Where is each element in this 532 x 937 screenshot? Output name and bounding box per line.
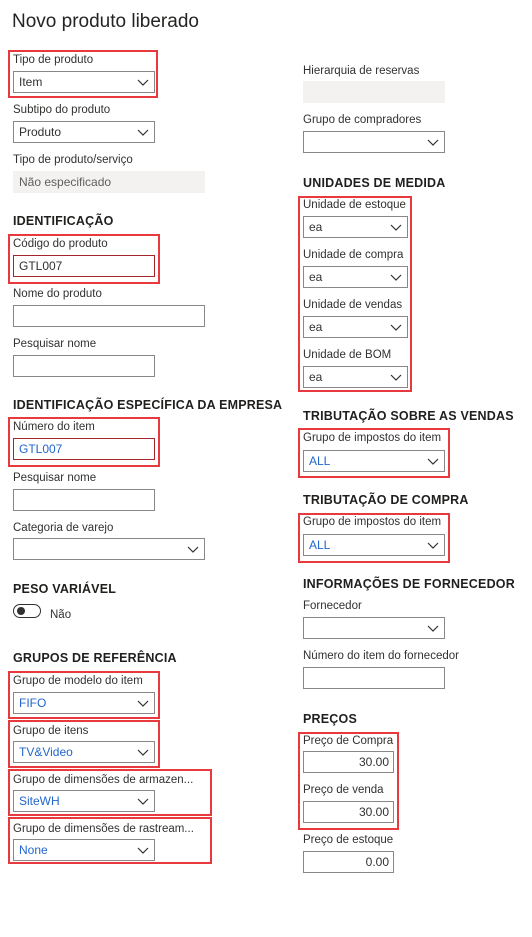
grupo-modelo-value: FIFO <box>19 696 47 710</box>
page-title: Novo produto liberado <box>12 11 199 32</box>
unidade-bom-value: ea <box>309 370 323 384</box>
pesquisar-nome-2-label: Pesquisar nome <box>13 472 97 484</box>
fornecedor-label: Fornecedor <box>303 600 362 612</box>
unidades-header: UNIDADES DE MEDIDA <box>303 176 446 190</box>
chevron-down-icon <box>390 274 402 281</box>
toggle-knob <box>17 607 25 615</box>
precos-header: PREÇOS <box>303 712 357 726</box>
nome-label: Nome do produto <box>13 288 102 300</box>
chevron-down-icon <box>390 324 402 331</box>
categoria-varejo-label: Categoria de varejo <box>13 522 114 534</box>
preco-compra-label: Preço de Compra <box>303 735 394 747</box>
unidade-vendas-select[interactable]: ea <box>303 316 408 338</box>
preco-estoque-label: Preço de estoque <box>303 834 394 846</box>
empresa-header: IDENTIFICAÇÃO ESPECÍFICA DA EMPRESA <box>13 398 283 412</box>
preco-venda-value: 30.00 <box>358 805 389 819</box>
grupo-itens-select[interactable]: TV&Video <box>13 741 155 763</box>
compradores-label: Grupo de compradores <box>303 114 422 126</box>
grupo-itens-value: TV&Video <box>19 745 73 759</box>
preco-compra-input[interactable]: 30.00 <box>303 751 394 773</box>
tipo-produto-select[interactable]: Item <box>13 71 155 93</box>
unidade-vendas-value: ea <box>309 320 323 334</box>
chevron-down-icon <box>137 700 149 707</box>
grupo-modelo-select[interactable]: FIFO <box>13 692 155 714</box>
fornecedor-header: INFORMAÇÕES DE FORNECEDOR <box>303 577 515 591</box>
subtipo-label: Subtipo do produto <box>13 104 111 116</box>
unidade-estoque-label: Unidade de estoque <box>303 199 406 211</box>
preco-estoque-input[interactable]: 0.00 <box>303 851 394 873</box>
trib-compra-select[interactable]: ALL <box>303 534 445 556</box>
numero-item-fornecedor-label: Número do item do fornecedor <box>303 650 459 662</box>
trib-compra-header: TRIBUTAÇÃO DE COMPRA <box>303 493 469 507</box>
pesquisar-nome-2-input[interactable] <box>13 489 155 511</box>
chevron-down-icon <box>137 129 149 136</box>
unidade-vendas-label: Unidade de vendas <box>303 299 403 311</box>
identificacao-header: IDENTIFICAÇÃO <box>13 214 114 228</box>
chevron-down-icon <box>427 139 439 146</box>
chevron-down-icon <box>390 374 402 381</box>
codigo-value: GTL007 <box>19 259 63 273</box>
grupo-rastreamento-value: None <box>19 843 48 857</box>
numero-item-label: Número do item <box>13 421 95 433</box>
trib-vendas-select[interactable]: ALL <box>303 450 445 472</box>
unidade-bom-select[interactable]: ea <box>303 366 408 388</box>
chevron-down-icon <box>137 79 149 86</box>
grupo-rastreamento-label: Grupo de dimensões de rastream... <box>13 823 194 835</box>
grupo-armazenamento-value: SiteWH <box>19 794 60 808</box>
trib-compra-value: ALL <box>309 538 331 552</box>
tipo-produto-value: Item <box>19 75 43 89</box>
trib-vendas-label: Grupo de impostos do item <box>303 432 442 444</box>
compradores-select[interactable] <box>303 131 445 153</box>
categoria-varejo-select[interactable] <box>13 538 205 560</box>
grupos-referencia-header: GRUPOS DE REFERÊNCIA <box>13 651 177 665</box>
peso-variavel-toggle[interactable] <box>13 604 41 618</box>
fornecedor-select[interactable] <box>303 617 445 639</box>
chevron-down-icon <box>427 458 439 465</box>
chevron-down-icon <box>137 798 149 805</box>
tipo-servico-field: Não especificado <box>13 171 205 193</box>
unidade-estoque-select[interactable]: ea <box>303 216 408 238</box>
codigo-label: Código do produto <box>13 238 108 250</box>
unidade-compra-label: Unidade de compra <box>303 249 404 261</box>
pesquisar-nome-input[interactable] <box>13 355 155 377</box>
chevron-down-icon <box>137 847 149 854</box>
chevron-down-icon <box>427 625 439 632</box>
unidade-compra-select[interactable]: ea <box>303 266 408 288</box>
chevron-down-icon <box>187 546 199 553</box>
preco-estoque-value: 0.00 <box>365 855 389 869</box>
trib-vendas-header: TRIBUTAÇÃO SOBRE AS VENDAS <box>303 409 514 423</box>
peso-variavel-toggle-label: Não <box>50 609 72 621</box>
subtipo-value: Produto <box>19 125 62 139</box>
preco-compra-value: 30.00 <box>358 755 389 769</box>
hierarquia-label: Hierarquia de reservas <box>303 65 420 77</box>
chevron-down-icon <box>390 224 402 231</box>
unidade-bom-label: Unidade de BOM <box>303 349 392 361</box>
preco-venda-input[interactable]: 30.00 <box>303 801 394 823</box>
unidade-estoque-value: ea <box>309 220 323 234</box>
unidade-compra-value: ea <box>309 270 323 284</box>
nome-input[interactable] <box>13 305 205 327</box>
tipo-servico-label: Tipo de produto/serviço <box>13 154 133 166</box>
chevron-down-icon <box>427 542 439 549</box>
numero-item-fornecedor-input[interactable] <box>303 667 445 689</box>
grupo-armazenamento-label: Grupo de dimensões de armazen... <box>13 774 194 786</box>
tipo-produto-label: Tipo de produto <box>13 54 94 66</box>
grupo-rastreamento-select[interactable]: None <box>13 839 155 861</box>
numero-item-value: GTL007 <box>19 442 63 456</box>
hierarquia-field <box>303 81 445 103</box>
subtipo-select[interactable]: Produto <box>13 121 155 143</box>
grupo-itens-label: Grupo de itens <box>13 725 89 737</box>
grupo-armazenamento-select[interactable]: SiteWH <box>13 790 155 812</box>
pesquisar-nome-label: Pesquisar nome <box>13 338 97 350</box>
grupo-modelo-label: Grupo de modelo do item <box>13 675 143 687</box>
chevron-down-icon <box>137 749 149 756</box>
preco-venda-label: Preço de venda <box>303 784 384 796</box>
trib-vendas-value: ALL <box>309 454 331 468</box>
numero-item-input[interactable]: GTL007 <box>13 438 155 460</box>
tipo-servico-value: Não especificado <box>19 175 112 189</box>
trib-compra-label: Grupo de impostos do item <box>303 516 442 528</box>
peso-variavel-header: PESO VARIÁVEL <box>13 582 117 596</box>
codigo-input[interactable]: GTL007 <box>13 255 155 277</box>
